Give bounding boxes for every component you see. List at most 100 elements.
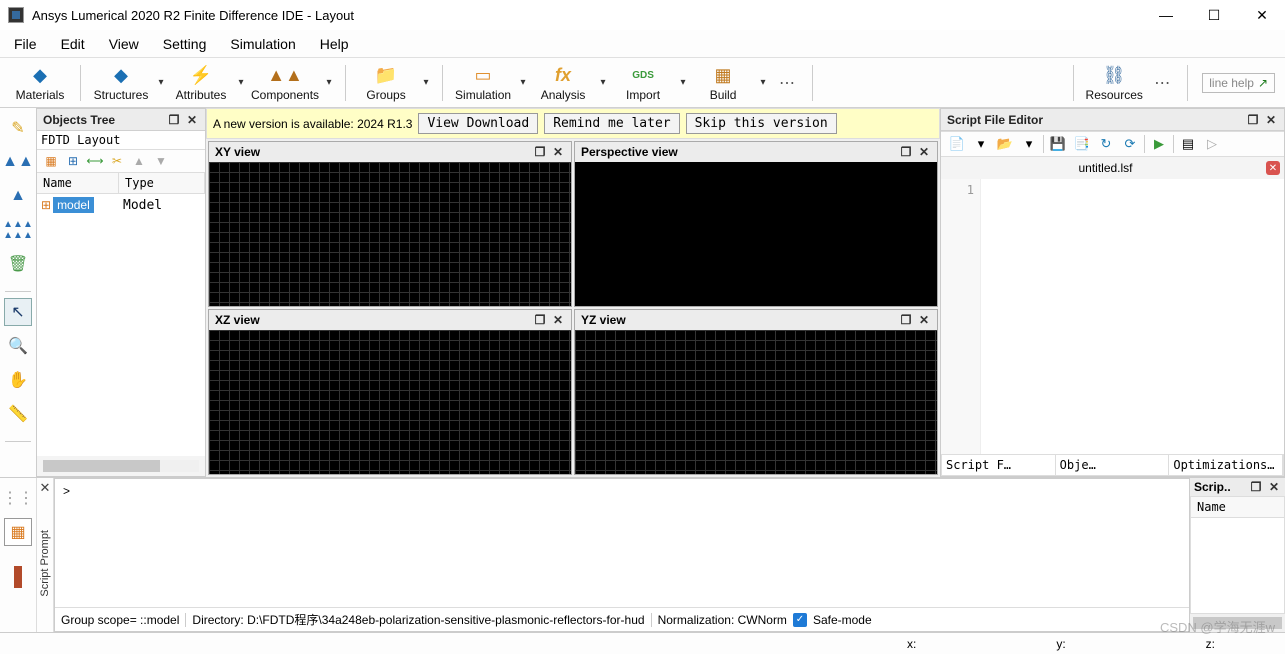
toolbar-attributes[interactable]: ⚡Attributes — [171, 63, 231, 102]
pan-tool-icon[interactable]: ✋ — [4, 366, 32, 394]
menu-file[interactable]: File — [2, 33, 49, 55]
tree-btn-1[interactable]: ▦ — [41, 151, 61, 171]
xy-undock[interactable]: ❐ — [533, 145, 547, 159]
simulation-dropdown[interactable]: ▾ — [517, 63, 529, 103]
close-button[interactable]: ✕ — [1247, 4, 1277, 26]
zoom-tool-icon[interactable]: 🔍 — [4, 332, 32, 360]
yz-close[interactable]: ✕ — [917, 313, 931, 327]
xy-view-canvas[interactable] — [209, 162, 571, 306]
ruler-tool-icon[interactable]: 📏 — [4, 400, 32, 428]
resources-overflow[interactable]: ⋯ — [1148, 73, 1177, 93]
tree-btn-up[interactable]: ▲ — [129, 151, 149, 171]
lb-dots-icon[interactable]: ⋮⋮ — [4, 484, 32, 512]
rb-close[interactable]: ✕ — [1267, 480, 1281, 494]
editor-open-icon[interactable]: 📂 — [995, 134, 1015, 154]
editor-new-icon[interactable]: 📄 — [947, 134, 967, 154]
editor-cycle-icon[interactable]: ⟳ — [1120, 134, 1140, 154]
lb-bar-icon[interactable] — [14, 566, 22, 588]
tree-col-type[interactable]: Type — [119, 173, 205, 193]
menu-help[interactable]: Help — [308, 33, 361, 55]
import-dropdown[interactable]: ▾ — [677, 63, 689, 103]
pencil-tool-icon[interactable]: ✎ — [4, 114, 32, 142]
components-dropdown[interactable]: ▾ — [323, 63, 335, 103]
triangle-tool-icon[interactable]: ▲ — [4, 182, 32, 210]
tab-objects[interactable]: Obje… — [1056, 455, 1170, 475]
tree-btn-2[interactable]: ⊞ — [63, 151, 83, 171]
toolbar-materials[interactable]: ◆Materials — [10, 63, 70, 102]
perspective-view-canvas[interactable] — [575, 162, 937, 306]
objects-tree-undock[interactable]: ❐ — [167, 113, 181, 127]
yz-view-canvas[interactable] — [575, 330, 937, 474]
help-search[interactable]: line help↗ — [1202, 73, 1275, 93]
editor-saveall-icon[interactable]: 📑 — [1072, 134, 1092, 154]
script-prompt-panel: > Group scope= ::model Directory: D:\FDT… — [54, 478, 1190, 632]
minimize-button[interactable]: — — [1151, 4, 1181, 26]
tree-btn-3[interactable]: ⟷ — [85, 151, 105, 171]
rb-undock[interactable]: ❐ — [1249, 480, 1263, 494]
rb-scrollbar[interactable] — [1193, 617, 1282, 629]
attributes-dropdown[interactable]: ▾ — [235, 63, 247, 103]
maximize-button[interactable]: ☐ — [1199, 4, 1229, 26]
skip-version-button[interactable]: Skip this version — [686, 113, 837, 134]
rb-col-name[interactable]: Name — [1191, 497, 1284, 518]
tab-script[interactable]: Script F… — [942, 455, 1056, 475]
trash-tool-icon[interactable]: 🗑 — [4, 250, 32, 278]
xz-view-canvas[interactable] — [209, 330, 571, 474]
status-scope: Group scope= ::model — [61, 613, 179, 627]
toolbar-build[interactable]: ▦Build — [693, 63, 753, 102]
tree-hscrollbar[interactable] — [43, 460, 199, 472]
toolbar-resources[interactable]: ⛓Resources — [1084, 63, 1144, 102]
editor-layout-icon[interactable]: ▤ — [1178, 134, 1198, 154]
view-download-button[interactable]: View Download — [418, 113, 538, 134]
persp-undock[interactable]: ❐ — [899, 145, 913, 159]
pattern-tool-icon[interactable]: ▲▲▲▲▲▲ — [4, 216, 32, 244]
editor-undock[interactable]: ❐ — [1246, 113, 1260, 127]
menu-simulation[interactable]: Simulation — [218, 33, 307, 55]
toolbar-simulation[interactable]: ▭Simulation — [453, 63, 513, 102]
persp-close[interactable]: ✕ — [917, 145, 931, 159]
triangles-tool-icon[interactable]: ▲▲ — [4, 148, 32, 176]
xy-close[interactable]: ✕ — [551, 145, 565, 159]
tree-col-name[interactable]: Name — [37, 173, 119, 193]
editor-run-icon[interactable]: ▶ — [1149, 134, 1169, 154]
script-prompt-input[interactable]: > — [55, 479, 1189, 607]
objects-tree-close[interactable]: ✕ — [185, 113, 199, 127]
menu-view[interactable]: View — [97, 33, 151, 55]
remind-later-button[interactable]: Remind me later — [544, 113, 679, 134]
statusbar: x: y: z: — [0, 632, 1285, 654]
editor-refresh-icon[interactable]: ↻ — [1096, 134, 1116, 154]
tree-btn-down[interactable]: ▼ — [151, 151, 171, 171]
editor-open-dd[interactable]: ▾ — [1019, 134, 1039, 154]
groups-dropdown[interactable]: ▾ — [420, 63, 432, 103]
tree-row-model[interactable]: ⊞ model Model — [37, 194, 205, 216]
menu-edit[interactable]: Edit — [49, 33, 97, 55]
toolbar-import[interactable]: GDSImport — [613, 63, 673, 102]
xz-undock[interactable]: ❐ — [533, 313, 547, 327]
editor-close[interactable]: ✕ — [1264, 113, 1278, 127]
editor-save-icon[interactable]: 💾 — [1048, 134, 1068, 154]
structures-dropdown[interactable]: ▾ — [155, 63, 167, 103]
analysis-dropdown[interactable]: ▾ — [597, 63, 609, 103]
lb-grid-icon[interactable]: ▦ — [4, 518, 32, 546]
tab-optimizations[interactable]: Optimizations … — [1169, 455, 1283, 475]
editor-toolbar: 📄 ▾ 📂 ▾ 💾 📑 ↻ ⟳ ▶ ▤ ▷ — [941, 131, 1284, 157]
toolbar-groups[interactable]: 📁Groups — [356, 63, 416, 102]
toolbar-analysis[interactable]: fxAnalysis — [533, 63, 593, 102]
menu-setting[interactable]: Setting — [151, 33, 219, 55]
safe-mode-checkbox[interactable]: ✓ — [793, 613, 807, 627]
toolbar-structures[interactable]: ◆Structures — [91, 63, 151, 102]
toolbar-components[interactable]: ▲▲Components — [251, 63, 319, 102]
build-dropdown[interactable]: ▾ — [757, 63, 769, 103]
left-bottom-toolbar: ⋮⋮ ▦ — [0, 478, 36, 632]
xz-close[interactable]: ✕ — [551, 313, 565, 327]
yz-undock[interactable]: ❐ — [899, 313, 913, 327]
editor-new-dd[interactable]: ▾ — [971, 134, 991, 154]
editor-file-close[interactable]: ✕ — [1266, 161, 1280, 175]
tree-btn-4[interactable]: ✂ — [107, 151, 127, 171]
toolbar-overflow[interactable]: ⋯ — [773, 73, 802, 93]
editor-step-icon[interactable]: ▷ — [1202, 134, 1222, 154]
editor-body[interactable]: 1 — [941, 179, 1284, 454]
prompt-close[interactable]: ✕ — [37, 480, 53, 496]
left-toolbar: ✎ ▲▲ ▲ ▲▲▲▲▲▲ 🗑 ↖ 🔍 ✋ 📏 — [0, 108, 36, 477]
select-tool-icon[interactable]: ↖ — [4, 298, 32, 326]
